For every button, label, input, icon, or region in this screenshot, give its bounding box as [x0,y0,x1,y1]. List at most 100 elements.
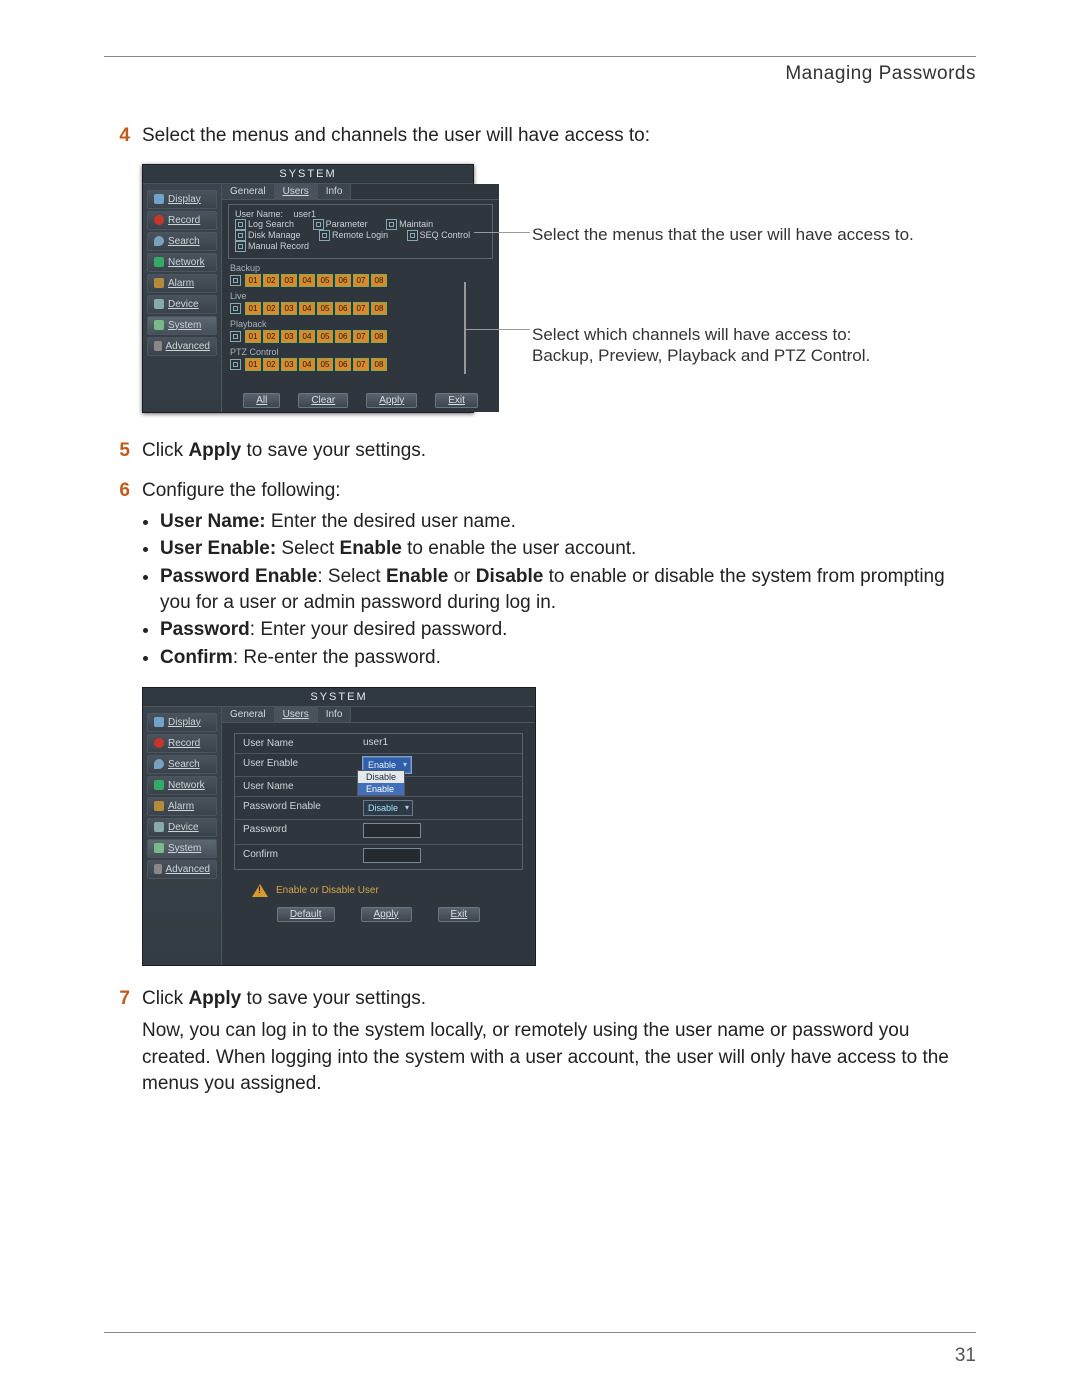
channel-button[interactable]: 06 [335,330,351,343]
channel-button[interactable]: 08 [371,302,387,315]
system-window-title: SYSTEM [143,688,535,707]
sidebar-item-network[interactable]: Network [147,776,217,795]
apply-button[interactable]: Apply [361,907,412,922]
tab-users[interactable]: Users [275,707,318,722]
channel-button[interactable]: 03 [281,358,297,371]
warning-row: Enable or Disable User [252,884,535,897]
section-live: Live [230,291,499,301]
channel-button[interactable]: 06 [335,274,351,287]
channel-button[interactable]: 07 [353,274,369,287]
checkbox-icon[interactable] [235,219,246,230]
channel-button[interactable]: 07 [353,330,369,343]
channel-button[interactable]: 02 [263,274,279,287]
sidebar-item-network[interactable]: Network [147,253,217,272]
warning-icon [252,884,268,897]
checkbox-icon[interactable] [230,359,241,370]
tab-info[interactable]: Info [318,184,352,199]
sidebar-item-system[interactable]: System [147,839,217,858]
label-username2: User Name [235,777,357,796]
channel-button[interactable]: 03 [281,302,297,315]
channel-button[interactable]: 04 [299,274,315,287]
step-text: Click [142,440,188,461]
channel-button[interactable]: 07 [353,358,369,371]
sidebar-item-device[interactable]: Device [147,818,217,837]
channel-button[interactable]: 01 [245,330,261,343]
channel-button[interactable]: 07 [353,302,369,315]
network-icon [154,257,164,267]
user-form: User Nameuser1 User Enable Enable Disabl… [234,733,523,870]
checkbox-icon[interactable] [235,230,246,241]
sidebar-item-system[interactable]: System [147,316,217,335]
dropdown-option-enable[interactable]: Enable [358,783,404,795]
sidebar-item-advanced[interactable]: Advanced [147,337,217,356]
tab-info[interactable]: Info [318,707,352,722]
channel-button[interactable]: 04 [299,330,315,343]
channel-button[interactable]: 02 [263,330,279,343]
clear-button[interactable]: Clear [298,393,348,408]
channel-button[interactable]: 04 [299,302,315,315]
channel-button[interactable]: 06 [335,358,351,371]
channel-button[interactable]: 08 [371,274,387,287]
dropdown-option-disable[interactable]: Disable [358,771,404,783]
channel-button[interactable]: 03 [281,274,297,287]
exit-button[interactable]: Exit [438,907,481,922]
checkbox-icon[interactable] [235,241,246,252]
screenshot-permissions: SYSTEM Display Record Search Network Ala… [142,164,962,414]
channel-button[interactable]: 05 [317,302,333,315]
tab-general[interactable]: General [222,184,275,199]
channel-button[interactable]: 01 [245,302,261,315]
checkbox-icon[interactable] [407,230,418,241]
sidebar-item-search[interactable]: Search [147,232,217,251]
channel-button[interactable]: 06 [335,302,351,315]
apply-button[interactable]: Apply [366,393,417,408]
sidebar-item-record[interactable]: Record [147,211,217,230]
channel-button[interactable]: 05 [317,330,333,343]
default-button[interactable]: Default [277,907,335,922]
network-icon [154,780,164,790]
all-button[interactable]: All [243,393,280,408]
record-icon [154,215,164,225]
checkbox-icon[interactable] [230,331,241,342]
sidebar-item-search[interactable]: Search [147,755,217,774]
channel-button[interactable]: 02 [263,358,279,371]
channel-button[interactable]: 08 [371,330,387,343]
tab-users[interactable]: Users [275,184,318,199]
apply-bold: Apply [188,988,241,1009]
sidebar-item-record[interactable]: Record [147,734,217,753]
channel-button[interactable]: 01 [245,358,261,371]
screenshot-user-form: SYSTEM Display Record Search Network Ala… [142,687,536,966]
checkbox-icon[interactable] [230,275,241,286]
channel-button[interactable]: 05 [317,358,333,371]
sidebar-item-display[interactable]: Display [147,713,217,732]
sidebar-item-display[interactable]: Display [147,190,217,209]
device-icon [154,299,164,309]
checkbox-icon[interactable] [319,230,330,241]
input-confirm[interactable] [363,848,421,863]
input-password[interactable] [363,823,421,838]
dropdown-userenable[interactable]: Disable Enable [357,770,405,796]
select-passwordenable[interactable]: Disable [363,800,413,816]
system-sidebar: Display Record Search Network Alarm Devi… [143,184,221,412]
system-tabs: General Users Info [222,184,499,200]
checkbox-icon[interactable] [386,219,397,230]
sidebar-item-advanced[interactable]: Advanced [147,860,217,879]
step-5: 5 Click Apply to save your settings. [104,438,976,465]
page-header: Managing Passwords [104,63,976,85]
sidebar-item-alarm[interactable]: Alarm [147,797,217,816]
exit-button[interactable]: Exit [435,393,478,408]
channel-button[interactable]: 03 [281,330,297,343]
record-icon [154,738,164,748]
channel-button[interactable]: 01 [245,274,261,287]
channel-button[interactable]: 08 [371,358,387,371]
channel-button[interactable]: 05 [317,274,333,287]
apply-bold: Apply [188,440,241,461]
advanced-icon [154,864,162,874]
channel-button[interactable]: 02 [263,302,279,315]
bullet-userenable: User Enable: Select Enable to enable the… [160,536,976,562]
checkbox-icon[interactable] [230,303,241,314]
sidebar-item-device[interactable]: Device [147,295,217,314]
channel-button[interactable]: 04 [299,358,315,371]
checkbox-icon[interactable] [313,219,324,230]
sidebar-item-alarm[interactable]: Alarm [147,274,217,293]
tab-general[interactable]: General [222,707,275,722]
